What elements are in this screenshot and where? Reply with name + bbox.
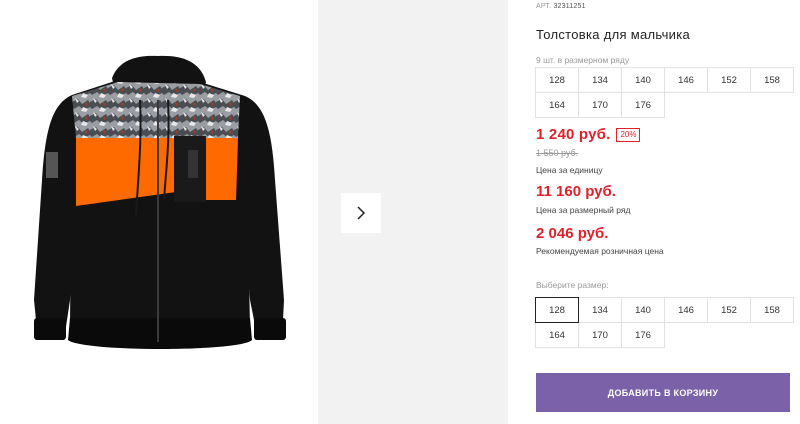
article-number: АРТ. 32311251 (536, 3, 586, 10)
unit-price-caption: Цена за единицу (536, 165, 603, 175)
size-option-164[interactable]: 164 (535, 322, 579, 348)
pack-size-cell: 170 (578, 92, 622, 118)
pack-size-cell: 134 (578, 67, 622, 93)
article-label: АРТ. (536, 3, 552, 10)
pack-quantity-note: 9 шт. в размерном ряду (536, 55, 630, 65)
hoodie-image (34, 55, 286, 349)
article-value: 32311251 (553, 3, 586, 10)
pack-size-cell: 164 (535, 92, 579, 118)
retail-price-caption: Рекомендуемая розничная цена (536, 246, 664, 256)
pack-size-cell: 146 (664, 67, 708, 93)
size-option-128[interactable]: 128 (535, 297, 579, 323)
product-main-photo[interactable] (0, 0, 318, 424)
size-option-170[interactable]: 170 (578, 322, 622, 348)
product-gallery (0, 0, 508, 424)
pack-size-cell: 152 (707, 67, 751, 93)
pack-sizes-grid: 128 134 140 146 152 158 164 170 176 (535, 67, 794, 118)
discount-badge: 20% (616, 127, 641, 142)
gallery-next-button[interactable] (341, 193, 381, 233)
unit-price-row: 1 240 руб. 20% (536, 126, 641, 143)
product-info-panel: АРТ. 32311251 Толстовка для мальчика 9 ш… (535, 0, 800, 424)
size-option-140[interactable]: 140 (621, 297, 665, 323)
product-page: АРТ. 32311251 Толстовка для мальчика 9 ш… (0, 0, 800, 424)
pack-size-cell: 176 (621, 92, 665, 118)
pack-size-cell: 140 (621, 67, 665, 93)
pack-price-caption: Цена за размерный ряд (536, 205, 631, 215)
size-option-152[interactable]: 152 (707, 297, 751, 323)
pack-size-cell: 128 (535, 67, 579, 93)
old-price: 1 550 руб. (536, 148, 579, 158)
size-option-146[interactable]: 146 (664, 297, 708, 323)
size-option-176[interactable]: 176 (621, 322, 665, 348)
retail-price: 2 046 руб. (536, 225, 609, 242)
add-to-cart-button[interactable]: ДОБАВИТЬ В КОРЗИНУ (536, 373, 790, 412)
pack-price: 11 160 руб. (536, 183, 616, 200)
chevron-right-icon (357, 206, 366, 220)
size-option-134[interactable]: 134 (578, 297, 622, 323)
size-selector: 128 134 140 146 152 158 164 170 176 (535, 297, 794, 348)
choose-size-label: Выберите размер: (536, 280, 609, 290)
product-title: Толстовка для мальчика (536, 27, 691, 42)
size-option-158[interactable]: 158 (750, 297, 794, 323)
pack-size-cell: 158 (750, 67, 794, 93)
unit-price: 1 240 руб. (536, 126, 611, 143)
